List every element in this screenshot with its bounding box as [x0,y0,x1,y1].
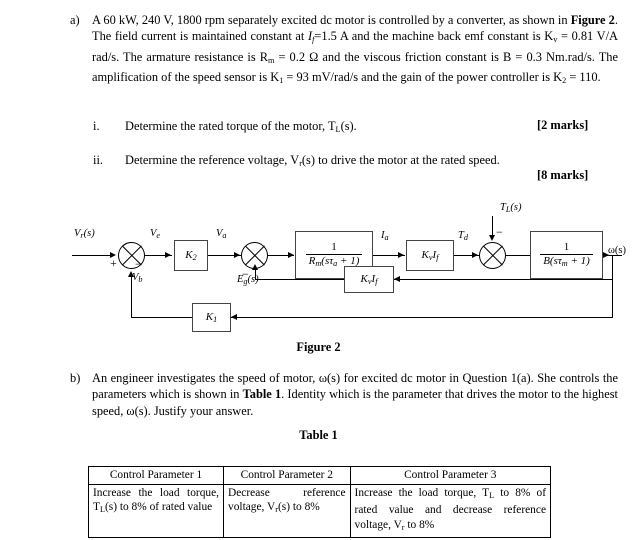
mechanical-denominator: B(sτm + 1) [543,255,590,269]
summing-junction-3 [479,242,506,269]
wire-outer-fb-to-sum1 [131,317,192,318]
arrow-va [234,251,240,258]
sum3-minus-sign: − [496,225,503,239]
wire-inner-fb-to-sum2 [255,279,344,280]
wire-input [72,255,110,256]
sub-question-i: i. Determine the rated torque of the mot… [93,118,455,138]
sub-question-i-text: Determine the rated torque of the motor,… [125,119,357,135]
arrow-outer-fb [231,313,237,320]
wire-outer-fb-horizontal [231,317,613,318]
signal-label-vb: Vb [132,272,143,285]
mechanical-numerator: 1 [540,241,593,256]
wire-tl [492,216,493,236]
sum1-minus-sign: − [135,257,142,271]
table-header-param-2: Control Parameter 2 [223,465,351,486]
signal-label-omega: ω(s) [608,245,626,256]
block-torque-constant: KvIf [406,240,454,271]
wire-outer-fb-down [612,279,613,317]
block-sensor-gain: K1 [192,303,231,332]
sub-question-ii: ii. Determine the reference voltage, Vr(… [93,152,545,172]
block-torque-constant-label: KvIf [421,248,439,263]
question-b-text: An engineer investigates the speed of mo… [92,371,618,418]
armature-fraction: 1 Rm(sτa + 1) [305,241,363,269]
table-header-param-3: Control Parameter 3 [349,465,552,486]
signal-label-tl: TL(s) [500,202,522,215]
figure-reference: Figure 2 [570,13,615,27]
block-k2-label: K2 [185,248,197,263]
signal-label-vr: Vr(s) [74,228,95,241]
arrow-inner-fb-sum2 [251,264,258,270]
question-a-text: A 60 kW, 240 V, 1800 rpm separately exci… [92,13,618,86]
block-emf-feedback-label: KvIf [360,272,378,287]
exam-question-page: a) A 60 kW, 240 V, 1800 rpm separately e… [0,0,637,540]
table-reference: Table 1 [242,387,282,402]
table-cell-param-1: Increase the load torque, TL(s) to 8% of… [87,484,225,538]
arrow-sum2-armature [288,251,294,258]
wire-inner-fb-horizontal [394,279,613,280]
table-header-param-1: Control Parameter 1 [87,465,225,486]
table-caption: Table 1 [299,428,338,442]
block-emf-feedback: KvIf [344,266,394,293]
question-b-label: b) [70,371,81,385]
sub-question-ii-text: Determine the reference voltage, Vr(s) t… [125,153,500,169]
block-sensor-gain-label: K1 [205,310,218,325]
table-cell-param-3: Increase the load torque, TL to 8% of ra… [349,484,552,538]
control-parameter-table: Control Parameter 1 Control Parameter 2 … [87,465,552,538]
question-a: a) A 60 kW, 240 V, 1800 rpm separately e… [70,12,618,89]
block-k2: K2 [174,240,208,271]
signal-label-ia: Ia [381,230,389,243]
signal-label-va: Va [216,228,227,241]
figure-caption: Figure 2 [296,340,341,354]
sub-question-ii-marks: [8 marks] [537,168,589,182]
arrow-inner-fb [394,275,400,282]
arrow-td [472,251,478,258]
arrow-ve [165,251,171,258]
block-mechanical-transfer-function: 1 B(sτm + 1) [530,231,603,279]
table-cell-param-2: Decrease reference voltage, Vr(s) to 8% [223,484,351,538]
sum1-plus-sign: + [110,256,117,270]
wire-inner-fb-down [612,255,613,279]
signal-label-td: Td [458,230,468,243]
question-a-label: a) [70,13,80,27]
question-b: b) An engineer investigates the speed of… [70,370,618,419]
sub-question-i-marks: [2 marks] [537,118,589,132]
block-diagram-figure: Vr(s) + Ve K2 Va − 1 Rm(sτa + 1) Ia KvIf… [0,196,637,356]
arrow-ia [398,251,404,258]
sub-question-ii-numeral: ii. [93,153,103,167]
table-row: Increase the load torque, TL(s) to 8% of… [87,484,552,538]
mechanical-fraction: 1 B(sτm + 1) [540,241,593,269]
armature-numerator: 1 [305,241,363,256]
signal-label-eg: Eg(s) [237,274,259,287]
sub-question-i-numeral: i. [93,119,100,133]
table-header-row: Control Parameter 1 Control Parameter 2 … [87,465,552,486]
signal-label-ve: Ve [150,228,161,241]
arrow-tl [488,235,495,241]
wire-sum3-mech [506,255,530,256]
